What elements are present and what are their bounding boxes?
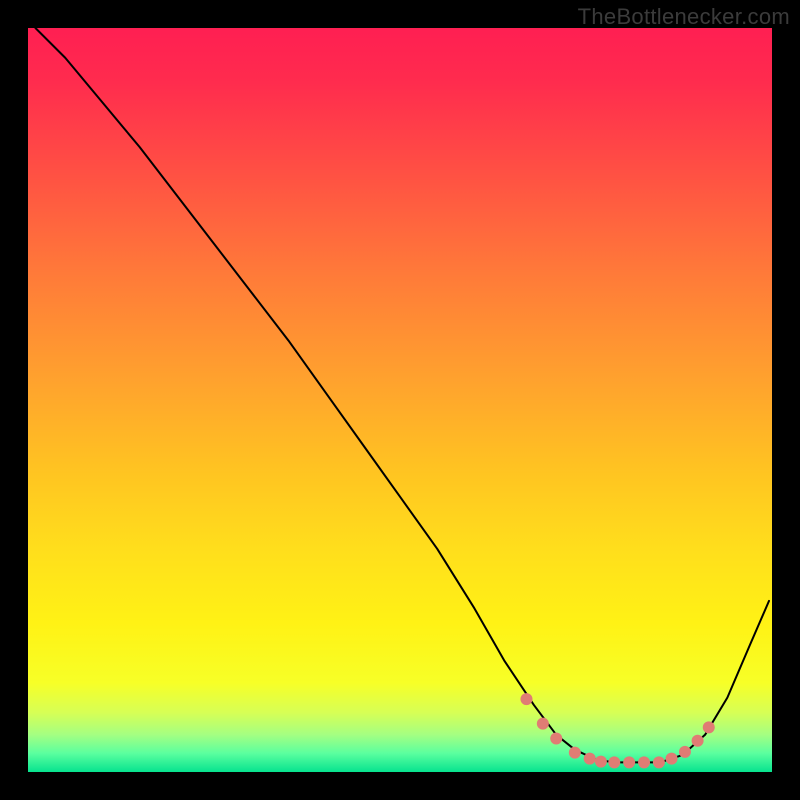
watermark-text: TheBottlenecker.com	[578, 4, 790, 30]
valley-dot	[638, 756, 650, 768]
valley-dot	[679, 746, 691, 758]
valley-dot	[569, 747, 581, 759]
chart-canvas: TheBottlenecker.com	[0, 0, 800, 800]
valley-dot	[584, 753, 596, 765]
plot-area	[28, 28, 772, 772]
valley-dot	[608, 756, 620, 768]
valley-dot	[666, 753, 678, 765]
valley-dot	[623, 756, 635, 768]
heatmap-background	[28, 28, 772, 772]
valley-dot	[692, 735, 704, 747]
valley-dot	[550, 733, 562, 745]
valley-dot	[520, 693, 532, 705]
valley-dot	[537, 718, 549, 730]
valley-dot	[653, 756, 665, 768]
chart-svg	[28, 28, 772, 772]
valley-dot	[595, 756, 607, 768]
valley-dot	[703, 721, 715, 733]
